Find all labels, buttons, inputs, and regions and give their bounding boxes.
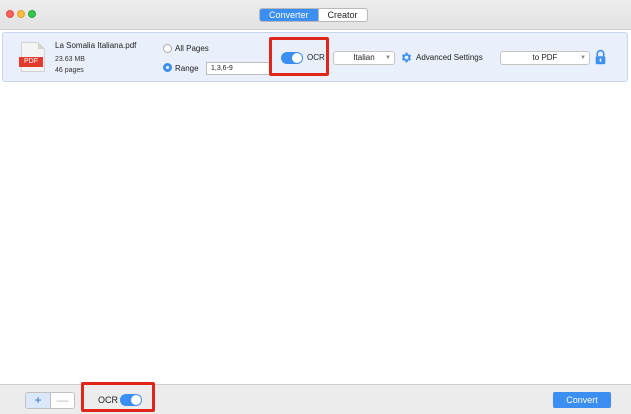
ocr-highlight-box <box>269 37 329 76</box>
file-page-count: 46 pages <box>55 67 84 74</box>
mode-switcher: Converter Creator <box>259 8 368 22</box>
zoom-window-button[interactable] <box>28 10 36 18</box>
file-row[interactable]: PDF La Somalia Italiana.pdf 23.63 MB 46 … <box>2 32 628 82</box>
tab-creator[interactable]: Creator <box>317 9 367 21</box>
ocr-language-select[interactable]: Italian ▼ <box>333 51 395 65</box>
ocr-language-value: Italian <box>353 53 375 62</box>
all-pages-label: All Pages <box>175 44 209 53</box>
remove-file-button[interactable]: — <box>50 393 74 408</box>
advanced-settings-link[interactable]: Advanced Settings <box>416 53 483 62</box>
close-window-button[interactable] <box>6 10 14 18</box>
file-size: 23.63 MB <box>55 56 85 63</box>
pdf-file-icon: PDF <box>19 42 45 72</box>
gear-icon[interactable] <box>400 51 413 64</box>
bottom-bar: + — OCR Convert <box>0 382 631 414</box>
range-radio[interactable] <box>163 63 172 72</box>
range-label: Range <box>175 64 199 73</box>
file-list-area <box>0 83 631 383</box>
add-remove-group: + — <box>25 392 75 409</box>
minimize-window-button[interactable] <box>17 10 25 18</box>
output-format-select[interactable]: to PDF ▼ <box>500 51 590 65</box>
output-format-value: to PDF <box>532 53 558 62</box>
chevron-down-icon: ▼ <box>580 55 586 61</box>
tab-converter[interactable]: Converter <box>260 9 318 21</box>
global-ocr-highlight-box <box>81 382 155 412</box>
title-bar: Converter Creator <box>0 0 631 30</box>
chevron-down-icon: ▼ <box>385 55 391 61</box>
lock-icon[interactable] <box>594 49 607 65</box>
convert-button[interactable]: Convert <box>553 392 611 408</box>
all-pages-radio[interactable] <box>163 44 172 53</box>
file-name: La Somalia Italiana.pdf <box>55 41 137 50</box>
pdf-file-icon-label: PDF <box>19 57 43 67</box>
range-input[interactable]: 1,3,6-9 <box>206 62 272 75</box>
add-file-button[interactable]: + <box>26 393 50 408</box>
